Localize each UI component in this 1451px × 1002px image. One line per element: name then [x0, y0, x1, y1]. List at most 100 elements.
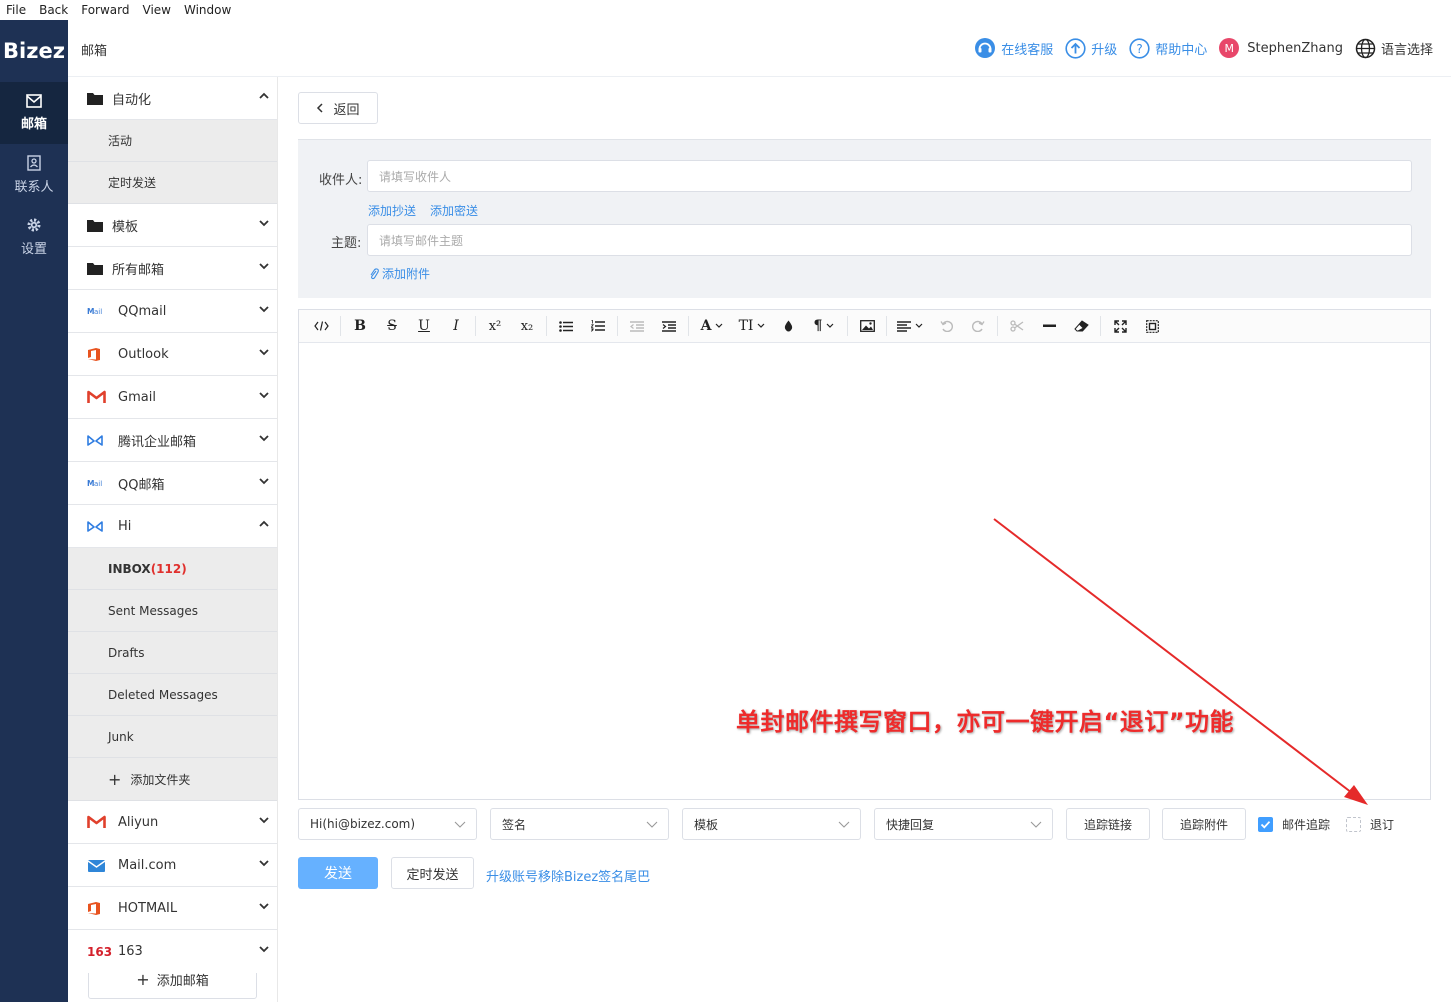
italic-button[interactable]: I — [440, 310, 472, 343]
quick-reply-value: 快捷回复 — [886, 817, 935, 832]
rich-text-editor[interactable]: B S U I x² x₂ A TI ¶ 单封邮件撰写窗口，亦可一键开启“退订”… — [298, 309, 1431, 800]
menu-back[interactable]: Back — [39, 3, 68, 17]
highlight-button[interactable] — [772, 310, 804, 343]
outdent-button[interactable] — [621, 310, 653, 343]
font-size-button[interactable]: TI — [732, 310, 772, 343]
sidebar-item-templates[interactable]: 模板 — [68, 204, 277, 247]
code-icon — [313, 321, 329, 331]
sidebar-folder-sent[interactable]: Sent Messages — [68, 590, 277, 632]
sidebar-account-mailcom[interactable]: Mail.com — [68, 844, 277, 887]
qqmail-icon: Mail — [87, 478, 109, 488]
sidebar-folder-junk[interactable]: Junk — [68, 716, 277, 758]
superscript-button[interactable]: x² — [479, 310, 511, 343]
add-cc-link[interactable]: 添加抄送 — [368, 202, 416, 219]
insert-image-button[interactable] — [851, 310, 883, 343]
schedule-send-button[interactable]: 定时发送 — [391, 857, 474, 889]
quick-reply-select[interactable]: 快捷回复 — [874, 808, 1053, 840]
toolbar-separator — [997, 316, 998, 336]
sidebar-account-hi[interactable]: Hi — [68, 505, 277, 548]
upgrade-remove-signature-link[interactable]: 升级账号移除Bizez签名尾巴 — [486, 866, 650, 885]
undo-button[interactable] — [930, 310, 962, 343]
signature-select[interactable]: 签名 — [490, 808, 669, 840]
sidebar-folder-drafts[interactable]: Drafts — [68, 632, 277, 674]
bullet-list-button[interactable] — [550, 310, 582, 343]
cut-button[interactable] — [1001, 310, 1033, 343]
menu-file[interactable]: File — [6, 3, 26, 17]
sidebar-item-all-mailboxes[interactable]: 所有邮箱 — [68, 247, 277, 290]
paperclip-icon — [370, 267, 379, 279]
compose-area: 返回 收件人: 请填写收件人 添加抄送 添加密送 主题: 请填写邮件主题 添加附… — [278, 77, 1451, 1002]
folder-icon — [87, 262, 103, 275]
email-tracking-checkbox[interactable] — [1258, 817, 1273, 832]
menu-window[interactable]: Window — [184, 3, 231, 17]
aliyun-icon — [87, 815, 109, 829]
subscript-button[interactable]: x₂ — [511, 310, 543, 343]
language-select[interactable]: 语言选择 — [1355, 38, 1433, 59]
compose-options-row: Hi(hi@bizez.com) 签名 模板 快捷回复 追踪链接 追踪附件 邮件… — [298, 808, 1431, 840]
code-view-button[interactable] — [305, 310, 337, 343]
outdent-icon — [630, 320, 644, 332]
sidebar-account-qqmail[interactable]: Mail QQmail — [68, 290, 277, 333]
online-support-link[interactable]: 在线客服 — [974, 37, 1053, 59]
send-button[interactable]: 发送 — [298, 857, 378, 889]
sidebar-account-outlook[interactable]: Outlook — [68, 333, 277, 376]
chevron-down-icon — [259, 263, 269, 270]
app-menubar: File Back Forward View Window — [0, 0, 1451, 20]
add-folder-button[interactable]: + 添加文件夹 — [68, 758, 277, 801]
help-center-link[interactable]: ? 帮助中心 — [1129, 37, 1207, 59]
nav-contacts[interactable]: 联系人 — [0, 144, 68, 206]
add-folder-label: 添加文件夹 — [130, 772, 191, 787]
upgrade-link[interactable]: 升级 — [1065, 37, 1117, 59]
indent-button[interactable] — [653, 310, 685, 343]
unsubscribe-checkbox[interactable] — [1346, 817, 1361, 832]
editor-toolbar: B S U I x² x₂ A TI ¶ — [299, 310, 1430, 343]
menu-view[interactable]: View — [143, 3, 171, 17]
sidebar-folder-inbox[interactable]: INBOX (112) — [68, 548, 277, 590]
left-nav: Bizez 邮箱 联系人 设置 — [0, 20, 68, 1002]
sidebar-item-label: Gmail — [118, 389, 156, 405]
font-color-button[interactable]: A — [692, 310, 732, 343]
sidebar-item-automation[interactable]: 自动化 — [68, 77, 277, 120]
template-select[interactable]: 模板 — [682, 808, 861, 840]
nav-settings[interactable]: 设置 — [0, 206, 68, 268]
fullscreen-button[interactable] — [1104, 310, 1136, 343]
horizontal-rule-button[interactable] — [1033, 310, 1065, 343]
chevron-down-icon — [758, 323, 765, 328]
nav-mail-label: 邮箱 — [20, 117, 47, 132]
track-links-button[interactable]: 追踪链接 — [1066, 808, 1150, 840]
user-menu[interactable]: M StephenZhang — [1219, 38, 1343, 58]
toolbar-separator — [886, 316, 887, 336]
redo-button[interactable] — [962, 310, 994, 343]
strikethrough-button[interactable]: S — [376, 310, 408, 343]
add-bcc-link[interactable]: 添加密送 — [430, 202, 478, 219]
underline-button[interactable]: U — [408, 310, 440, 343]
select-all-button[interactable] — [1136, 310, 1168, 343]
subject-input[interactable]: 请填写邮件主题 — [367, 224, 1412, 256]
track-attachments-button[interactable]: 追踪附件 — [1162, 808, 1246, 840]
compose-header-form: 收件人: 请填写收件人 添加抄送 添加密送 主题: 请填写邮件主题 添加附件 — [298, 139, 1431, 298]
numbered-list-button[interactable] — [582, 310, 614, 343]
align-button[interactable] — [890, 310, 930, 343]
back-button[interactable]: 返回 — [298, 92, 378, 124]
office-icon — [87, 347, 109, 362]
sidebar-account-163[interactable]: 163 163 — [68, 930, 277, 973]
ink-drop-icon — [784, 320, 792, 332]
menu-forward[interactable]: Forward — [81, 3, 129, 17]
sidebar-item-label: 163 — [118, 944, 143, 959]
paragraph-format-button[interactable]: ¶ — [804, 310, 844, 343]
sidebar-account-qq-mailbox[interactable]: Mail QQ邮箱 — [68, 462, 277, 505]
clear-format-button[interactable] — [1065, 310, 1097, 343]
sidebar-account-hotmail[interactable]: HOTMAIL — [68, 887, 277, 930]
bold-button[interactable]: B — [344, 310, 376, 343]
add-attachment-link[interactable]: 添加附件 — [369, 265, 430, 282]
sidebar-account-gmail[interactable]: Gmail — [68, 376, 277, 419]
recipient-input[interactable]: 请填写收件人 — [367, 160, 1412, 192]
chevron-down-icon — [259, 946, 269, 953]
sidebar-subitem-scheduled[interactable]: 定时发送 — [68, 162, 277, 204]
sidebar-subitem-campaigns[interactable]: 活动 — [68, 120, 277, 162]
sidebar-account-aliyun[interactable]: Aliyun — [68, 801, 277, 844]
sidebar-folder-deleted[interactable]: Deleted Messages — [68, 674, 277, 716]
sidebar-account-tencent-exmail[interactable]: 腾讯企业邮箱 — [68, 419, 277, 462]
from-account-select[interactable]: Hi(hi@bizez.com) — [298, 808, 477, 840]
nav-mail[interactable]: 邮箱 — [0, 82, 68, 144]
